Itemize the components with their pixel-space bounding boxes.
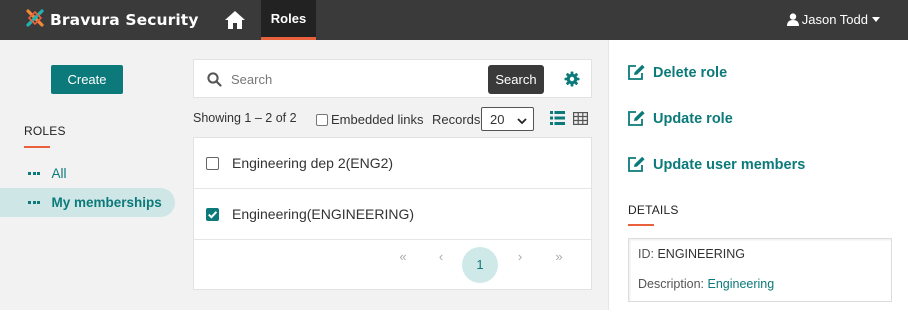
brand-name: Bravura Security (50, 10, 199, 29)
nav-tab-roles[interactable]: Roles (261, 0, 316, 40)
action-label: Update role (653, 110, 733, 127)
chevron-down-icon (872, 17, 880, 22)
chevron-down-icon (517, 114, 527, 129)
search-input[interactable] (231, 66, 476, 92)
details-box: ID: ENGINEERING Description: Engineering (628, 238, 892, 302)
search-button[interactable]: Search (488, 65, 544, 94)
home-icon[interactable] (224, 9, 246, 31)
search-icon (207, 72, 222, 90)
sidebar-item-all[interactable]: All (0, 159, 175, 188)
user-name: Jason Todd (801, 12, 868, 27)
sidebar: Create ROLES All My memberships (0, 40, 192, 310)
edit-icon (628, 64, 645, 80)
results-count: Showing 1 – 2 of 2 (193, 111, 297, 125)
delete-role-link[interactable]: Delete role (627, 64, 727, 81)
bravura-logo-icon (26, 9, 44, 30)
last-page-button[interactable]: » (549, 249, 569, 264)
brand[interactable]: Bravura Security (26, 9, 199, 30)
heading-underline (628, 224, 654, 226)
checkmark-icon (208, 210, 218, 219)
detail-id: ID: ENGINEERING (638, 247, 745, 261)
embedded-links-toggle[interactable]: Embedded links (316, 112, 424, 127)
embedded-links-checkbox[interactable] (316, 113, 328, 126)
sidebar-item-my-memberships[interactable]: My memberships (0, 188, 175, 217)
sidebar-item-label: My memberships (51, 195, 162, 210)
ellipsis-icon (28, 201, 42, 204)
records-per-page-select[interactable]: 20 (481, 107, 534, 131)
sidebar-item-label: All (51, 166, 67, 181)
list-item[interactable]: Engineering(ENGINEERING) (194, 189, 591, 240)
next-page-button[interactable]: › (510, 249, 530, 264)
ellipsis-icon (28, 172, 42, 175)
details-panel: Delete role Update role Update user memb… (608, 40, 908, 310)
current-page-button[interactable]: 1 (462, 247, 498, 283)
edit-icon (628, 110, 645, 126)
update-user-members-link[interactable]: Update user members (627, 156, 805, 173)
gear-icon[interactable] (564, 71, 580, 90)
user-icon (786, 13, 799, 26)
user-menu[interactable]: Jason Todd (786, 12, 880, 27)
action-label: Delete role (653, 64, 728, 81)
row-label: Engineering(ENGINEERING) (232, 206, 415, 222)
sidebar-heading: ROLES (24, 124, 66, 138)
row-checkbox-checked[interactable] (206, 207, 219, 221)
list-view-icon[interactable] (550, 111, 565, 128)
details-heading: DETAILS (628, 203, 679, 217)
detail-description-value[interactable]: Engineering (707, 277, 774, 291)
heading-underline (24, 146, 50, 148)
detail-id-value: ENGINEERING (657, 247, 745, 261)
row-checkbox[interactable] (206, 156, 219, 170)
row-label: Engineering dep 2(ENG2) (232, 155, 394, 171)
detail-description-label: Description: (638, 277, 704, 291)
edit-icon (628, 156, 645, 172)
records-value: 20 (490, 111, 505, 127)
grid-view-icon[interactable] (573, 112, 589, 128)
embedded-links-label: Embedded links (331, 112, 424, 127)
top-navigation-bar: Bravura Security Roles Jason Todd (0, 0, 908, 40)
create-button[interactable]: Create (51, 65, 123, 94)
records-label: Records (432, 112, 481, 127)
detail-id-label: ID: (638, 247, 654, 261)
previous-page-button[interactable]: ‹ (431, 249, 451, 264)
update-role-link[interactable]: Update role (627, 110, 733, 127)
first-page-button[interactable]: « (393, 249, 413, 264)
action-label: Update user members (653, 156, 806, 173)
list-item[interactable]: Engineering dep 2(ENG2) (194, 138, 591, 189)
detail-description: Description: Engineering (638, 277, 774, 291)
search-bar: Search (193, 59, 592, 98)
roles-list: Engineering dep 2(ENG2) Engineering(ENGI… (193, 137, 592, 290)
